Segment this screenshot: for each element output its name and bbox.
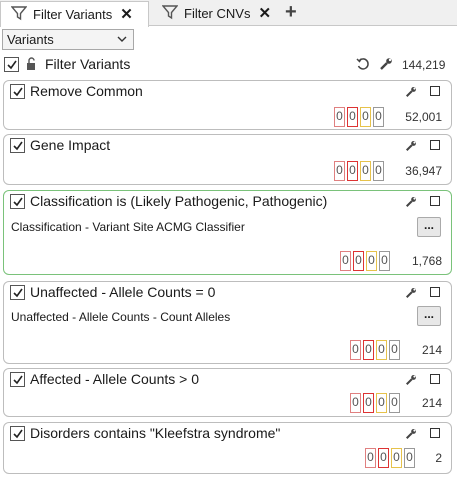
filter-title: Disorders contains "Kleefstra syndrome" [30,425,281,441]
count-box: 0 [376,393,387,413]
filter-title: Classification is (Likely Pathogenic, Pa… [30,193,328,209]
count-box: 0 [379,251,390,271]
count-box: 0 [353,251,364,271]
source-select[interactable]: Variants [2,29,134,50]
count-box: 0 [373,161,384,181]
maximize-icon[interactable] [430,374,440,384]
filter-total: 214 [421,343,442,357]
root-filter-label: Filter Variants [45,56,131,72]
filter-card-unaffected: Unaffected - Allele Counts = 0 Unaffecte… [3,281,452,364]
filter-total: 52,001 [405,110,442,124]
close-icon[interactable]: ✕ [258,6,271,21]
count-boxes: 0 0 0 0 [334,161,386,181]
count-box: 0 [334,161,345,181]
field-options-button[interactable]: ... [417,306,441,326]
wrench-icon[interactable] [405,374,417,389]
count-box: 0 [376,340,387,360]
count-box: 0 [389,393,400,413]
wrench-icon[interactable] [405,196,417,211]
filter-card-classification: Classification is (Likely Pathogenic, Pa… [3,190,452,275]
count-box: 0 [340,251,351,271]
count-box: 0 [391,448,402,468]
chevron-down-icon [117,33,127,48]
count-box: 0 [360,107,371,127]
filter-card-gene-impact: Gene Impact 0 0 0 0 36,947 [3,134,452,185]
filter-checkbox[interactable] [10,138,25,153]
filter-checkbox[interactable] [10,372,25,387]
filter-checkbox[interactable] [10,285,25,300]
count-box: 0 [360,161,371,181]
wrench-icon[interactable] [405,287,417,302]
filter-field-label: Unaffected - Allele Counts - Count Allel… [11,310,231,324]
filter-total: 36,947 [405,164,442,178]
count-box: 0 [389,340,400,360]
wrench-icon[interactable] [379,57,393,74]
count-boxes: 0 0 0 0 [334,107,386,127]
count-box: 0 [363,340,374,360]
filter-card-disorders: Disorders contains "Kleefstra syndrome" … [3,422,452,474]
filter-checkbox[interactable] [10,194,25,209]
tab-filter-cnvs[interactable]: Filter CNVs ✕ [152,1,276,26]
filter-card-affected: Affected - Allele Counts > 0 0 0 0 0 214 [3,368,452,417]
tab-label: Filter CNVs [184,6,251,21]
root-count: 144,219 [402,58,446,72]
count-box: 0 [366,251,377,271]
count-box: 0 [378,448,389,468]
count-boxes: 0 0 0 0 [340,251,392,271]
count-box: 0 [334,107,345,127]
wrench-icon[interactable] [405,140,417,155]
maximize-icon[interactable] [430,86,440,96]
filter-checkbox[interactable] [10,426,25,441]
count-box: 0 [363,393,374,413]
count-box: 0 [350,393,361,413]
add-tab-icon[interactable]: + [285,2,297,22]
filter-title: Remove Common [30,83,143,99]
maximize-icon[interactable] [430,287,440,297]
tab-filter-variants[interactable]: Filter Variants ✕ [0,1,149,27]
maximize-icon[interactable] [430,428,440,438]
maximize-icon[interactable] [430,196,440,206]
wrench-icon[interactable] [405,86,417,101]
count-box: 0 [404,448,415,468]
select-value: Variants [7,32,54,47]
count-boxes: 0 0 0 0 [350,340,402,360]
filter-total: 1,768 [411,254,442,268]
filter-total: 214 [421,396,442,410]
filter-total: 2 [435,451,442,465]
filter-card-remove-common: Remove Common 0 0 0 0 52,001 [3,80,452,130]
count-boxes: 0 0 0 0 [365,448,417,468]
filter-field-label: Classification - Variant Site ACMG Class… [11,220,245,234]
filter-title: Affected - Allele Counts > 0 [30,371,200,387]
tab-label: Filter Variants [33,7,113,22]
filter-funnel-icon [161,4,179,23]
unlock-icon[interactable] [26,57,38,74]
refresh-icon[interactable] [356,57,370,74]
tab-bar: Filter Variants ✕ Filter CNVs ✕ + [0,0,457,27]
count-box: 0 [347,161,358,181]
count-box: 0 [347,107,358,127]
filter-title: Unaffected - Allele Counts = 0 [30,284,216,300]
field-options-button[interactable]: ... [417,217,441,237]
root-filter-row: Filter Variants 144,219 [0,54,457,76]
filter-funnel-icon [10,5,28,24]
count-box: 0 [373,107,384,127]
filter-checkbox[interactable] [10,84,25,99]
filter-title: Gene Impact [30,137,111,153]
root-checkbox[interactable] [4,57,19,72]
count-box: 0 [350,340,361,360]
count-boxes: 0 0 0 0 [350,393,402,413]
close-icon[interactable]: ✕ [120,7,133,22]
maximize-icon[interactable] [430,140,440,150]
count-box: 0 [365,448,376,468]
wrench-icon[interactable] [405,428,417,443]
